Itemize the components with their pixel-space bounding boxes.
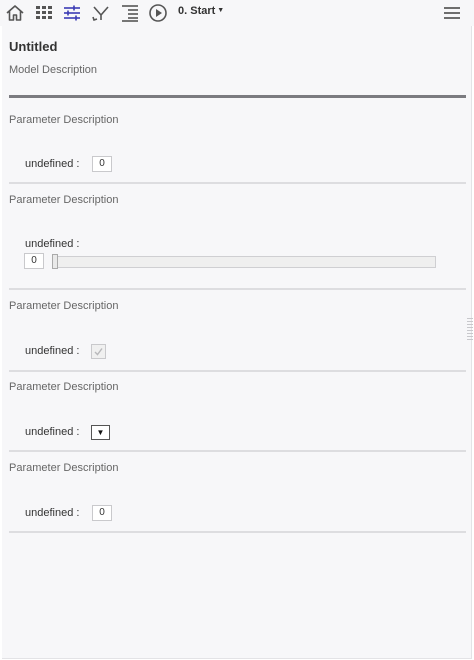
parameter-label: undefined : bbox=[25, 158, 80, 170]
home-icon[interactable] bbox=[5, 3, 25, 23]
app-frame bbox=[2, 0, 472, 659]
parameter-label: undefined : bbox=[25, 507, 80, 519]
step-select-value: 0. Start bbox=[178, 5, 216, 17]
resize-handle[interactable] bbox=[467, 318, 473, 344]
grid-icon[interactable] bbox=[34, 3, 54, 23]
parameter-divider bbox=[9, 450, 466, 452]
slider-value-input[interactable]: 0 bbox=[24, 253, 44, 269]
parameter-divider bbox=[9, 531, 466, 533]
slider-thumb[interactable] bbox=[52, 254, 58, 269]
parameter-divider bbox=[9, 288, 466, 290]
number-input[interactable]: 0 bbox=[92, 505, 112, 521]
step-select[interactable]: 0. Start ▼ bbox=[178, 5, 224, 21]
sliders-icon[interactable] bbox=[62, 3, 82, 23]
indent-list-icon[interactable] bbox=[120, 3, 140, 23]
caret-down-icon: ▼ bbox=[217, 7, 225, 14]
parameter-divider bbox=[9, 370, 466, 372]
header-divider bbox=[9, 95, 466, 98]
parameter-description: Parameter Description bbox=[9, 462, 119, 474]
checkbox[interactable] bbox=[91, 344, 106, 359]
play-circle-icon[interactable] bbox=[148, 3, 168, 23]
check-icon bbox=[94, 348, 103, 356]
select-dropdown[interactable]: ▼ bbox=[91, 425, 110, 440]
parameter-description: Parameter Description bbox=[9, 114, 119, 126]
toolbar: 0. Start ▼ bbox=[0, 0, 474, 26]
branch-icon[interactable] bbox=[91, 3, 111, 23]
parameter-label: undefined : bbox=[25, 238, 80, 250]
parameter-description: Parameter Description bbox=[9, 381, 119, 393]
hamburger-menu-icon[interactable] bbox=[443, 4, 461, 22]
number-input[interactable]: 0 bbox=[92, 156, 112, 172]
model-description: Model Description bbox=[9, 64, 98, 76]
model-title: Untitled bbox=[9, 39, 58, 54]
parameter-description: Parameter Description bbox=[9, 194, 119, 206]
parameter-divider bbox=[9, 182, 466, 184]
caret-down-icon: ▼ bbox=[96, 428, 105, 437]
parameter-label: undefined : bbox=[25, 426, 80, 438]
parameter-label: undefined : bbox=[25, 345, 80, 357]
parameter-description: Parameter Description bbox=[9, 300, 119, 312]
slider-track[interactable] bbox=[52, 256, 436, 268]
